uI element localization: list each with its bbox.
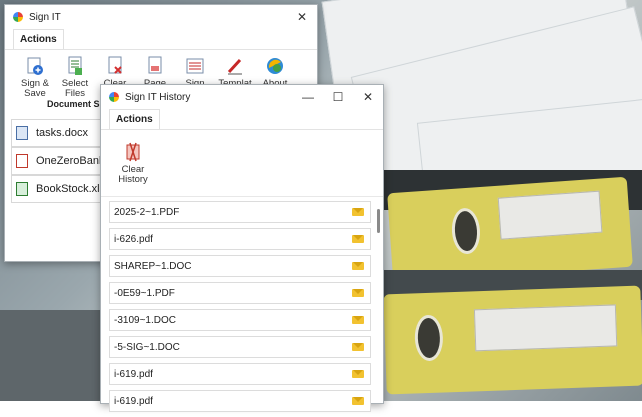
history-file-name: i-626.pdf	[114, 233, 153, 245]
ribbon: Clear History	[101, 130, 383, 197]
template-icon	[226, 56, 244, 76]
tab-actions[interactable]: Actions	[109, 109, 160, 129]
sign-save-label-2: Save	[24, 88, 46, 99]
ribbon-tabs: Actions	[5, 29, 317, 50]
clear-history-icon	[124, 142, 142, 162]
list-item[interactable]: -0E59~1.PDF	[109, 282, 371, 304]
about-icon	[266, 56, 284, 76]
pdf-icon	[16, 154, 28, 168]
envelope-icon[interactable]	[352, 262, 364, 270]
app-icon	[109, 92, 119, 102]
list-item[interactable]: -3109~1.DOC	[109, 309, 371, 331]
ribbon-group-label: Document Sig	[47, 99, 108, 109]
clear-history-button[interactable]: Clear History	[111, 134, 155, 196]
list-item[interactable]: i-619.pdf	[109, 363, 371, 385]
minimize-icon[interactable]: —	[293, 85, 323, 109]
list-item[interactable]: 2025-2~1.PDF	[109, 201, 371, 223]
history-file-name: i-619.pdf	[114, 368, 153, 380]
list-item[interactable]: SHAREP~1.DOC	[109, 255, 371, 277]
history-file-name: 2025-2~1.PDF	[114, 206, 180, 218]
maximize-icon[interactable]: ☐	[323, 85, 353, 109]
list-item[interactable]: i-619.pdf	[109, 390, 371, 412]
file-name: tasks.docx	[36, 127, 88, 139]
envelope-icon[interactable]	[352, 208, 364, 216]
list-item[interactable]: -5-SIG~1.DOC	[109, 336, 371, 358]
window-title: Sign IT History	[125, 91, 191, 103]
desk-shadow	[0, 310, 110, 401]
history-window: Sign IT History — ☐ ✕ Actions Clear Hist…	[100, 84, 384, 412]
envelope-icon[interactable]	[352, 397, 364, 405]
scroll-thumb[interactable]	[376, 209, 380, 233]
title-bar: Sign IT ✕	[5, 5, 317, 29]
history-file-name: -3109~1.DOC	[114, 314, 176, 326]
envelope-icon[interactable]	[352, 370, 364, 378]
binder-yellow-top	[387, 176, 633, 284]
history-list: 2025-2~1.PDF i-626.pdf SHAREP~1.DOC -0E5…	[109, 201, 371, 417]
sign-icon	[186, 56, 204, 76]
vertical-scrollbar[interactable]	[375, 201, 381, 401]
binder-yellow-bottom	[383, 285, 642, 395]
history-file-name: -5-SIG~1.DOC	[114, 341, 180, 353]
envelope-icon[interactable]	[352, 316, 364, 324]
app-icon	[13, 12, 23, 22]
select-files-icon	[66, 56, 84, 76]
history-file-name: SHAREP~1.DOC	[114, 260, 192, 272]
list-item[interactable]: i-626.pdf	[109, 228, 371, 250]
excel-icon	[16, 182, 28, 196]
title-bar: Sign IT History — ☐ ✕	[101, 85, 383, 109]
tab-actions[interactable]: Actions	[13, 29, 64, 49]
select-files-label-2: Files	[64, 88, 86, 99]
word-doc-icon	[16, 126, 28, 140]
envelope-icon[interactable]	[352, 343, 364, 351]
envelope-icon[interactable]	[352, 289, 364, 297]
clear-history-label-2: History	[118, 174, 148, 185]
clear-icon	[106, 56, 124, 76]
close-icon[interactable]: ✕	[287, 5, 317, 29]
history-file-name: -0E59~1.PDF	[114, 287, 175, 299]
sign-save-icon	[26, 56, 44, 76]
envelope-icon[interactable]	[352, 235, 364, 243]
window-title: Sign IT	[29, 11, 61, 23]
history-file-name: i-619.pdf	[114, 395, 153, 407]
close-icon[interactable]: ✕	[353, 85, 383, 109]
page-icon	[146, 56, 164, 76]
ribbon-tabs: Actions	[101, 109, 383, 130]
